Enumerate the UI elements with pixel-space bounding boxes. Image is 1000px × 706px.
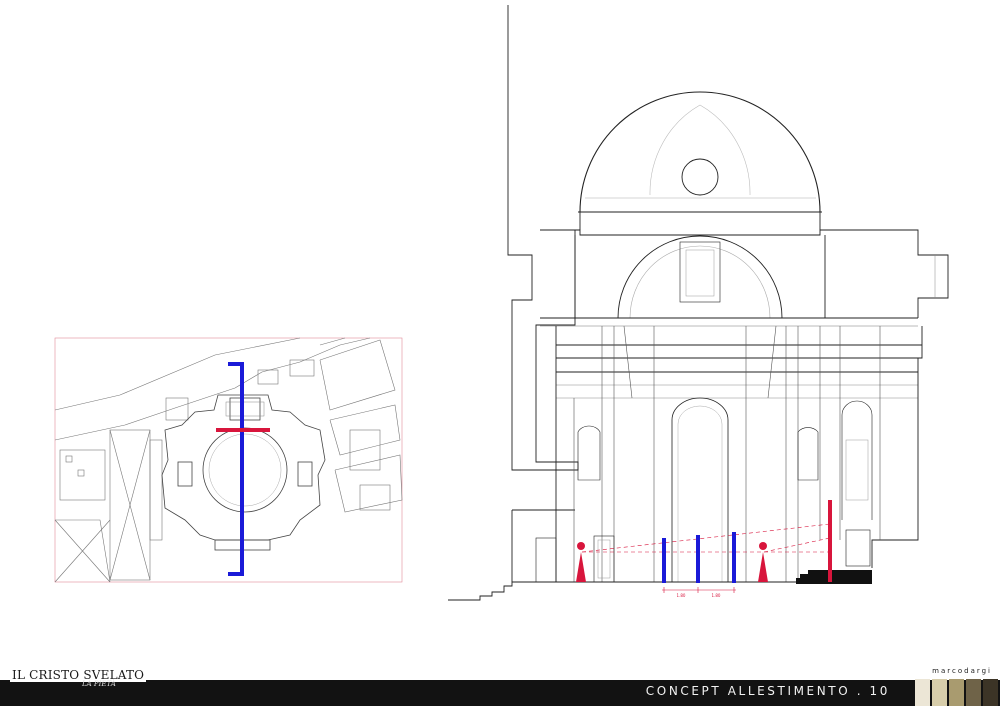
altar-steps <box>796 570 872 584</box>
palette-swatch <box>915 679 930 706</box>
color-palette <box>915 679 998 706</box>
dimension-label-b: 1.80 <box>712 593 721 598</box>
project-subtitle: LA PIETÀ <box>82 680 116 688</box>
palette-swatch <box>983 679 998 706</box>
sheet-title: CONCEPT ALLESTIMENTO . 10 <box>645 684 890 698</box>
longitudinal-section <box>448 5 949 601</box>
drawing-area: 1.80 1.80 <box>0 0 1000 680</box>
project-logo: IL CRISTO SVELATO LA PIETÀ <box>0 668 160 706</box>
site-plan <box>54 337 403 583</box>
project-title: IL CRISTO SVELATO <box>10 668 147 682</box>
dimension-label-a: 1.80 <box>677 593 686 598</box>
palette-swatch <box>949 679 964 706</box>
author-label: marcodargi <box>932 667 992 675</box>
palette-swatch <box>932 679 947 706</box>
visitor-figure-left <box>576 542 586 582</box>
palette-swatch <box>966 679 981 706</box>
drawing-sheet: 1.80 1.80 CONCEPT ALLESTIMENTO . 10 IL C… <box>0 0 1000 706</box>
visitor-figure-right <box>758 542 768 582</box>
